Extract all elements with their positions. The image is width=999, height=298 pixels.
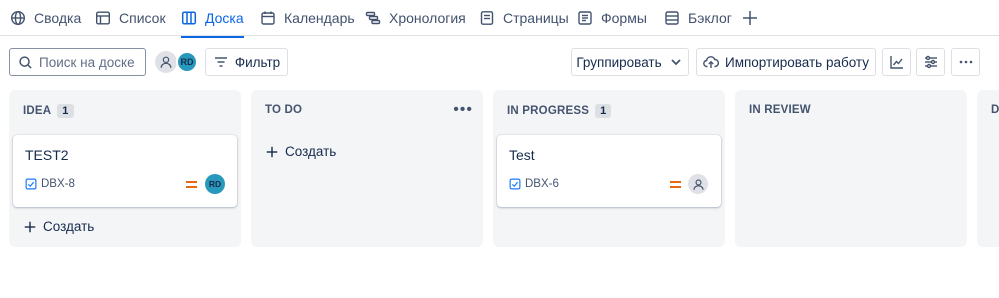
board-column-done-partial: D [977, 90, 999, 247]
issue-summary: TEST2 [25, 147, 69, 163]
tab-backlog[interactable]: Бэклог [664, 0, 732, 35]
priority-medium-icon [670, 180, 681, 189]
avatar-initials: RD [180, 57, 194, 67]
unassigned-avatar[interactable] [155, 51, 177, 73]
filter-label: Фильтр [234, 54, 281, 70]
column-title: TO DO [265, 104, 303, 116]
tab-calendar[interactable]: Календарь [260, 0, 355, 35]
issue-key[interactable]: DBX-8 [25, 178, 75, 190]
board-column-in-progress: IN PROGRESS 1 Test DBX-6 [493, 90, 725, 247]
tab-list[interactable]: Список [95, 0, 166, 35]
tab-list-label: Список [119, 9, 166, 26]
tab-summary-label: Сводка [34, 9, 82, 26]
issue-count-badge: 1 [595, 104, 612, 118]
tab-board[interactable]: Доска [181, 0, 244, 38]
tab-forms-label: Формы [601, 9, 647, 26]
tab-summary[interactable]: Сводка [10, 0, 81, 35]
chevron-down-icon [671, 59, 681, 66]
column-header: IDEA 1 [23, 104, 74, 118]
pages-icon [480, 10, 494, 25]
task-checkbox-icon [25, 178, 37, 190]
import-work-button[interactable]: Импортировать работу [696, 48, 876, 76]
board-icon [181, 10, 197, 25]
column-more-icon[interactable]: ••• [453, 101, 473, 119]
project-tabs: Сводка Список Доска Календарь Хронология… [0, 0, 999, 38]
filter-icon [214, 57, 227, 67]
task-checkbox-icon [509, 178, 521, 190]
column-header: IN PROGRESS 1 [507, 104, 612, 118]
create-label: Создать [285, 144, 337, 159]
unassigned-avatar[interactable] [688, 174, 708, 194]
person-icon [692, 178, 704, 190]
column-title: IDEA [23, 105, 52, 117]
priority-medium-icon [186, 180, 197, 189]
column-header: IN REVIEW [749, 104, 811, 116]
cloud-upload-icon [703, 56, 719, 68]
column-title: D [991, 104, 999, 116]
sliders-icon [924, 55, 937, 69]
issue-card[interactable]: Test DBX-6 [497, 135, 721, 207]
tab-calendar-label: Календарь [284, 9, 355, 26]
column-title: IN PROGRESS [507, 105, 590, 117]
issue-key-label: DBX-8 [41, 178, 75, 190]
issue-key[interactable]: DBX-6 [509, 178, 559, 190]
tab-pages[interactable]: Страницы [479, 0, 569, 35]
assignee-initials: RD [208, 179, 222, 189]
column-header: TO DO [265, 104, 302, 116]
group-label: Группировать [576, 54, 662, 70]
chart-line-icon [889, 56, 903, 69]
forms-icon [578, 10, 592, 25]
tab-pages-label: Страницы [503, 9, 569, 26]
search-input[interactable] [39, 54, 143, 70]
board-column-idea: IDEA 1 TEST2 DBX-8 RD Создать [9, 90, 241, 247]
globe-icon [10, 10, 26, 25]
list-icon [96, 11, 111, 25]
import-label: Импортировать работу [725, 54, 869, 70]
create-issue-button[interactable]: Создать [23, 219, 94, 234]
tab-backlog-label: Бэклог [688, 9, 732, 26]
assignee-avatar[interactable]: RD [205, 174, 225, 194]
create-issue-button[interactable]: Создать [265, 144, 336, 159]
search-icon [19, 55, 32, 69]
tab-forms[interactable]: Формы [577, 0, 647, 35]
issue-summary: Test [509, 147, 535, 163]
tab-board-label: Доска [205, 9, 244, 26]
issue-count-badge: 1 [57, 104, 74, 118]
more-actions-button[interactable] [951, 48, 980, 76]
issue-key-label: DBX-6 [525, 178, 559, 190]
issue-card[interactable]: TEST2 DBX-8 RD [13, 135, 237, 207]
person-icon [160, 56, 172, 68]
view-settings-button[interactable] [916, 48, 945, 76]
tab-timeline-label: Хронология [389, 9, 466, 26]
create-label: Создать [43, 219, 95, 234]
group-by-button[interactable]: Группировать [571, 48, 689, 76]
tab-timeline[interactable]: Хронология [365, 0, 466, 35]
column-title: IN REVIEW [749, 104, 811, 116]
board-column-in-review: IN REVIEW [735, 90, 967, 247]
add-tab-icon[interactable] [740, 8, 760, 28]
backlog-icon [665, 10, 679, 25]
column-header: D [991, 104, 999, 116]
calendar-icon [261, 11, 275, 25]
plus-icon [24, 221, 36, 232]
board-column-todo: TO DO ••• Создать [251, 90, 483, 247]
board-search[interactable] [9, 48, 146, 76]
user-avatar-rd[interactable]: RD [176, 51, 198, 73]
filter-button[interactable]: Фильтр [205, 48, 288, 76]
plus-icon [266, 146, 278, 157]
timeline-icon [365, 11, 381, 24]
insights-button[interactable] [882, 48, 911, 76]
more-horizontal-icon [959, 60, 972, 64]
